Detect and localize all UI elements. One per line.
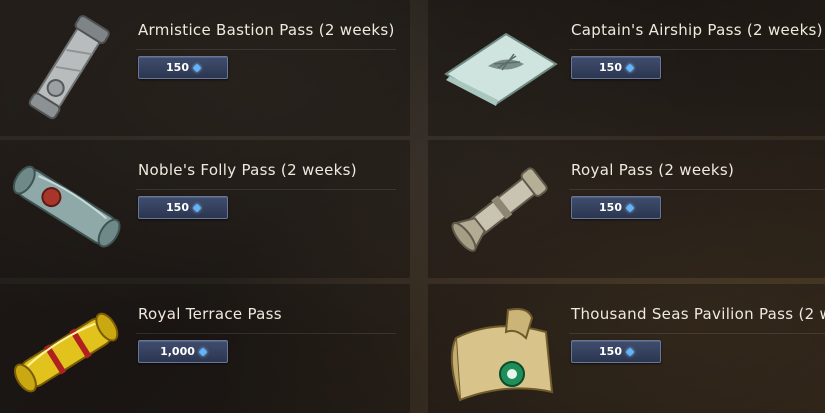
item-name: Armistice Bastion Pass (2 weeks) [138, 21, 395, 39]
price-button[interactable]: 150 [571, 340, 661, 363]
store-item-captains-airship-pass[interactable]: Captain's Airship Pass (2 weeks) 150 [428, 0, 825, 136]
price-value: 150 [166, 61, 189, 74]
price-button[interactable]: 150 [571, 56, 661, 79]
scroll-case-icon [451, 167, 548, 252]
price-value: 150 [166, 201, 189, 214]
divider [136, 333, 396, 334]
gem-icon [625, 63, 635, 72]
price-button[interactable]: 1,000 [138, 340, 228, 363]
price-value: 1,000 [160, 345, 195, 358]
parchment-seal-icon [450, 308, 554, 402]
price-value: 150 [599, 61, 622, 74]
store-item-royal-terrace-pass[interactable]: Royal Terrace Pass 1,000 [0, 284, 410, 413]
scroll-metal-icon [28, 15, 110, 120]
gem-icon [625, 347, 635, 356]
gem-icon [198, 347, 208, 356]
map-ticket-icon [444, 32, 558, 106]
gem-icon [192, 203, 202, 212]
gem-store-panel: Armistice Bastion Pass (2 weeks) 150 Cap… [0, 0, 825, 413]
divider [569, 49, 825, 50]
scroll-sealed-icon [12, 165, 121, 248]
divider [136, 189, 396, 190]
store-item-nobles-folly-pass[interactable]: Noble's Folly Pass (2 weeks) 150 [0, 140, 410, 278]
golden-scroll-icon [13, 312, 119, 393]
divider [136, 49, 396, 50]
store-item-armistice-bastion-pass[interactable]: Armistice Bastion Pass (2 weeks) 150 [0, 0, 410, 136]
gem-icon [625, 203, 635, 212]
item-name: Captain's Airship Pass (2 weeks) [571, 21, 823, 39]
price-button[interactable]: 150 [138, 196, 228, 219]
price-value: 150 [599, 201, 622, 214]
store-item-thousand-seas-pavilion-pass[interactable]: Thousand Seas Pavilion Pass (2 w 150 [428, 284, 825, 413]
item-name: Thousand Seas Pavilion Pass (2 w [571, 305, 825, 323]
price-value: 150 [599, 345, 622, 358]
price-button[interactable]: 150 [571, 196, 661, 219]
store-item-royal-pass[interactable]: Royal Pass (2 weeks) 150 [428, 140, 825, 278]
item-name: Royal Terrace Pass [138, 305, 282, 323]
divider [569, 189, 825, 190]
item-name: Noble's Folly Pass (2 weeks) [138, 161, 357, 179]
item-name: Royal Pass (2 weeks) [571, 161, 735, 179]
price-button[interactable]: 150 [138, 56, 228, 79]
divider [569, 333, 825, 334]
gem-icon [192, 63, 202, 72]
